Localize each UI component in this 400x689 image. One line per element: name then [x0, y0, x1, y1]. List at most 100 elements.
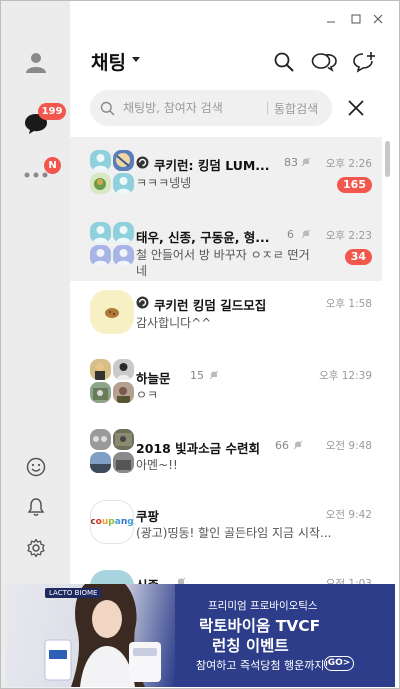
group-avatar — [90, 222, 136, 268]
chat-room-name: 하늘문 — [136, 371, 171, 386]
last-message: 철 안들어서 방 바꾸자 ㅇㅈㄹ 떤거네 — [136, 248, 310, 278]
avatar — [90, 150, 111, 171]
mute-icon — [178, 577, 186, 584]
maximize-button[interactable] — [349, 12, 363, 26]
search-field-icon — [100, 101, 115, 116]
member-count: 83 — [284, 156, 298, 169]
last-message: ㅋㅋㅋ넹넹 — [136, 176, 192, 190]
avatar — [90, 245, 111, 266]
group-avatar — [90, 429, 136, 475]
close-icon[interactable] — [346, 98, 366, 118]
ad-cta-text: 참여하고 즉석당첨 행운까지! — [196, 659, 329, 672]
mute-icon — [293, 440, 303, 450]
chat-room-item[interactable]: coupang 쿠팡 오전 9:42 (광고)띵동! 할인 골든타임 지금 시작… — [70, 491, 382, 567]
avatar-image — [90, 570, 134, 584]
ad-title: 락토바이옴 TVCF — [199, 617, 321, 635]
ad-banner[interactable]: LACTO BIOME 프리미엄 프로바이오틱스 락토바이옴 TVCF 런칭 이… — [5, 584, 395, 687]
search-icon[interactable] — [273, 51, 295, 73]
ad-model-illustration — [44, 584, 161, 687]
friends-tab[interactable] — [23, 49, 49, 75]
avatar — [113, 245, 134, 266]
open-chat-badge-icon — [136, 296, 149, 309]
coupang-logo: coupang — [90, 500, 134, 544]
search-input[interactable] — [123, 101, 261, 115]
kakaotalk-window: 199 N 채팅 채팅방, 참여자 검색 통합검색 쿠키런: 킹덤 LUM...… — [0, 0, 400, 689]
chat-list: 쿠키런: 킹덤 LUM... 83 오후 2:26 ㅋㅋㅋ넹넹 165 태우, … — [70, 137, 382, 584]
avatar — [113, 429, 134, 450]
avatar — [113, 222, 134, 243]
close-icon — [373, 14, 383, 24]
chat-list-scrollbar[interactable] — [382, 137, 399, 584]
chats-unread-badge: 199 — [38, 103, 66, 120]
avatar — [90, 222, 111, 243]
chat-room-name: 쿠키런: 킹덤 LUM... — [154, 158, 270, 173]
unread-badge: 34 — [344, 249, 372, 265]
group-avatar — [90, 359, 136, 405]
more-new-badge: N — [44, 157, 61, 174]
mute-icon — [301, 157, 311, 167]
last-message-time: 오후 1:58 — [325, 298, 372, 310]
avatar — [90, 570, 136, 584]
settings-button[interactable] — [23, 535, 49, 561]
gear-icon — [27, 538, 45, 558]
ad-subtitle: 프리미엄 프로바이오틱스 — [208, 600, 318, 612]
chat-room-item[interactable]: 하늘문 15 오후 12:39 ㅇㅋ — [70, 351, 382, 421]
last-message-time: 오전 1:03 — [325, 578, 372, 584]
scrollbar-thumb[interactable] — [385, 141, 390, 177]
last-message: (광고)띵동! 할인 골든타임 지금 시작... — [136, 526, 332, 540]
avatar — [113, 382, 134, 403]
chat-room-name: 신종 — [136, 575, 159, 584]
emoticon-button[interactable] — [23, 454, 49, 480]
coupang-logo-text: coupang — [90, 517, 134, 527]
avatar: coupang — [90, 500, 136, 546]
ad-title-line2: 런칭 이벤트 — [212, 637, 289, 655]
search-divider — [267, 102, 268, 114]
member-count: 6 — [287, 228, 294, 241]
member-count: 66 — [275, 439, 289, 452]
open-chat-icon[interactable] — [311, 51, 337, 73]
minimize-button[interactable] — [324, 12, 338, 26]
chat-room-item[interactable]: 2018 빛과소금 수련회 66 오전 9:48 아멘~!! — [70, 421, 382, 491]
ad-go-button[interactable]: GO> — [324, 656, 354, 671]
chat-room-item[interactable]: 쿠키런: 킹덤 LUM... 83 오후 2:26 ㅋㅋㅋ넹넹 165 — [70, 137, 382, 209]
avatar — [90, 290, 136, 336]
chevron-down-icon[interactable] — [132, 57, 140, 62]
avatar — [90, 429, 111, 450]
last-message-time: 오후 2:23 — [325, 230, 372, 242]
notification-button[interactable] — [23, 494, 49, 520]
page-title[interactable]: 채팅 — [91, 48, 126, 75]
global-search-link[interactable]: 통합검색 — [274, 100, 318, 117]
cookie-avatar — [90, 290, 134, 334]
last-message: 아멘~!! — [136, 458, 178, 472]
group-avatar — [90, 150, 136, 196]
mute-icon — [209, 370, 219, 380]
chat-search-box: 통합검색 — [90, 90, 332, 126]
avatar — [113, 173, 134, 194]
person-icon — [26, 53, 46, 73]
chat-room-item[interactable]: 태우, 신종, 구동윤, 형... 6 오후 2:23 철 안들어서 방 바꾸자… — [70, 209, 382, 281]
close-window-button[interactable] — [371, 12, 385, 26]
bell-icon — [27, 498, 45, 516]
minimize-icon — [327, 21, 335, 23]
chat-room-item[interactable]: 신종 오전 1:03 — [70, 567, 382, 584]
avatar — [113, 150, 134, 171]
chat-room-name: 쿠키런 킹덤 길드모집 — [154, 298, 267, 313]
avatar — [90, 173, 111, 194]
unread-badge: 165 — [337, 177, 372, 193]
last-message-time: 오후 12:39 — [319, 370, 372, 382]
last-message-time: 오전 9:48 — [325, 440, 372, 452]
last-message: ㅇㅋ — [136, 388, 159, 402]
last-message-time: 오전 9:42 — [325, 509, 372, 521]
more-dots-icon — [24, 172, 48, 178]
ad-image — [5, 584, 175, 687]
maximize-icon — [351, 14, 361, 24]
emoji-icon — [26, 457, 46, 477]
last-message-time: 오후 2:26 — [325, 158, 372, 170]
avatar — [113, 359, 134, 380]
new-chat-icon[interactable] — [352, 51, 376, 73]
chat-room-item[interactable]: 쿠키런 킹덤 길드모집 오후 1:58 감사합니다^^ — [70, 281, 382, 351]
avatar — [113, 452, 134, 473]
avatar — [90, 382, 111, 403]
ad-brand-label: LACTO BIOME — [45, 588, 102, 598]
chat-room-name: 태우, 신종, 구동윤, 형... — [136, 230, 270, 245]
